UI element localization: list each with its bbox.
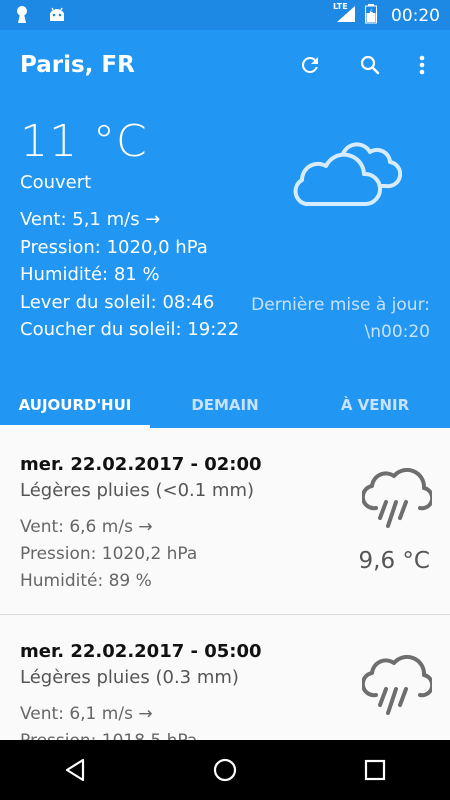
search-icon — [360, 55, 380, 75]
forecast-date: mer. 22.02.2017 - 02:00 — [20, 454, 262, 475]
forecast-tabs: AUJOURD'HUI DEMAIN À VENIR — [0, 382, 450, 428]
forecast-date: mer. 22.02.2017 - 05:00 — [20, 641, 262, 662]
last-update-label: Dernière mise à jour: — [251, 295, 430, 315]
current-wind: Vent: 5,1 m/s → — [20, 209, 161, 230]
current-sunrise: Lever du soleil: 08:46 — [20, 291, 215, 313]
weather-app-screen: LTE 00:20 Paris, FR 11 °C Couvert Vent: … — [0, 0, 450, 800]
forecast-description: Légères pluies (0.3 mm) — [20, 667, 239, 688]
forecast-humidity: Humidité: 89 % — [20, 571, 152, 591]
tab-tomorrow[interactable]: DEMAIN — [150, 382, 300, 428]
forecast-item[interactable]: mer. 22.02.2017 - 05:00 Légères pluies (… — [0, 615, 450, 740]
forecast-details: Vent: 6,6 m/s → Pression: 1020,2 hPa Hum… — [20, 514, 197, 595]
rain-icon — [360, 654, 435, 723]
battery-icon — [365, 4, 377, 28]
status-time: 00:20 — [391, 6, 440, 26]
cloudy-icon — [290, 140, 403, 214]
tab-today[interactable]: AUJOURD'HUI — [0, 382, 150, 428]
search-button[interactable] — [355, 50, 385, 80]
current-temperature: 11 °C — [20, 116, 148, 167]
current-humidity: Humidité: 81 % — [20, 264, 160, 285]
recents-button[interactable] — [355, 750, 395, 790]
last-update-time: \n00:20 — [364, 322, 431, 342]
back-button[interactable] — [55, 750, 95, 790]
forecast-details: Vent: 6,1 m/s → Pression: 1018,5 hPa — [20, 701, 197, 740]
current-condition: Couvert — [20, 172, 92, 193]
home-button[interactable] — [205, 750, 245, 790]
city-title: Paris, FR — [20, 52, 135, 78]
current-details: Vent: 5,1 m/s → Pression: 1020,0 hPa Hum… — [20, 206, 239, 344]
more-vert-icon — [419, 55, 425, 75]
network-type-label: LTE — [333, 2, 348, 11]
rain-icon — [360, 467, 435, 536]
signal-icon: LTE — [333, 2, 357, 28]
forecast-list[interactable]: mer. 22.02.2017 - 02:00 Légères pluies (… — [0, 428, 450, 740]
last-update: Dernière mise à jour: \n00:20 — [251, 292, 430, 346]
forecast-temperature: 9,6 °C — [358, 548, 430, 574]
android-notification-icon — [48, 5, 66, 29]
current-pressure: Pression: 1020,0 hPa — [20, 236, 208, 258]
recents-square-icon — [364, 759, 386, 781]
refresh-icon — [301, 56, 318, 73]
current-sunset: Coucher du soleil: 19:22 — [20, 319, 240, 340]
back-triangle-icon — [65, 758, 85, 782]
forecast-wind: Vent: 6,1 m/s → — [20, 704, 153, 724]
system-navigation-bar — [0, 740, 450, 800]
forecast-wind: Vent: 6,6 m/s → — [20, 517, 153, 537]
forecast-item[interactable]: mer. 22.02.2017 - 02:00 Légères pluies (… — [0, 428, 450, 614]
current-weather-header: Paris, FR 11 °C Couvert Vent: 5,1 m/s → … — [0, 30, 450, 428]
forecast-description: Légères pluies (<0.1 mm) — [20, 480, 255, 501]
status-bar: LTE 00:20 — [0, 0, 450, 30]
keyhole-notification-icon — [14, 5, 30, 29]
more-options-button[interactable] — [407, 50, 437, 80]
forecast-pressure: Pression: 1020,2 hPa — [20, 544, 198, 564]
forecast-pressure: Pression: 1018,5 hPa — [20, 728, 197, 740]
refresh-button[interactable] — [295, 50, 325, 80]
home-circle-icon — [213, 758, 237, 782]
tab-upcoming[interactable]: À VENIR — [300, 382, 450, 428]
